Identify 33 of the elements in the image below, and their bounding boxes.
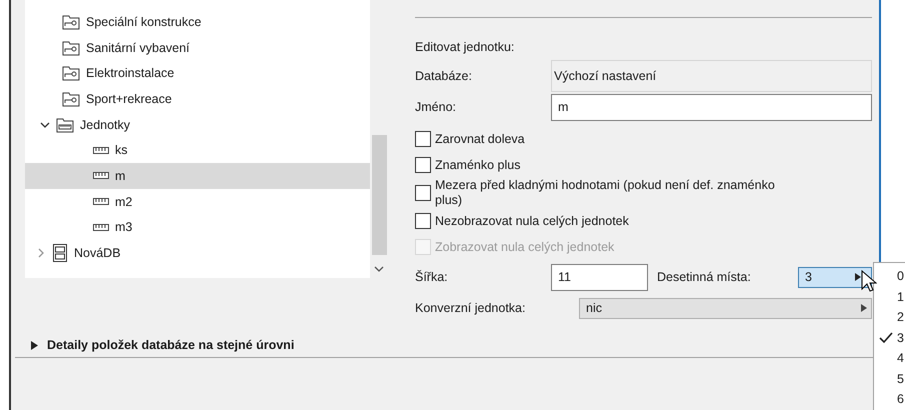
tree-item[interactable]: Sport+rekreace <box>25 86 370 112</box>
checkbox-label: Nezobrazovat nula celých jednotek <box>435 214 629 228</box>
menu-option[interactable]: 6 <box>874 389 905 410</box>
tree-item[interactable]: Jednotky <box>25 112 370 138</box>
field-label: Jméno: <box>415 100 457 114</box>
tree-item[interactable]: NováDB <box>25 240 370 266</box>
field-label: Databáze: <box>415 69 473 83</box>
checkbox-label: Mezera před kladnými hodnotami (pokud není def. znaménko plus) <box>435 178 776 208</box>
checkbox-label: Znaménko plus <box>435 158 520 172</box>
field-label: Desetinná místa: <box>657 270 752 284</box>
tree-item[interactable]: m3 <box>25 214 370 240</box>
tree-item[interactable]: Sanitární vybavení <box>25 34 370 60</box>
checkbox-label: Zobrazovat nula celých jednotek <box>435 240 614 254</box>
menu-option[interactable]: 1 <box>874 286 905 307</box>
field-label: Konverzní jednotka: <box>415 301 526 315</box>
menu-option[interactable]: 2 <box>874 307 905 328</box>
width-field[interactable]: 11 <box>551 264 648 290</box>
section-heading: Editovat jednotku: <box>415 40 514 54</box>
tree-item[interactable]: Elektroinstalace <box>25 60 370 86</box>
tree-item[interactable]: m <box>25 163 370 189</box>
details-disclosure[interactable]: Detaily položek databáze na stejné úrovni <box>11 333 294 357</box>
tree-item[interactable]: ks <box>25 137 370 164</box>
database-field: Výchozí nastavení <box>551 60 872 92</box>
menu-option[interactable]: 3 <box>874 328 905 348</box>
tree-item[interactable]: m2 <box>25 188 370 214</box>
menu-option[interactable]: 4 <box>874 348 905 368</box>
name-field[interactable]: m <box>551 94 872 120</box>
menu-option[interactable]: 0 <box>874 266 905 286</box>
menu-option[interactable]: 5 <box>874 368 905 389</box>
field-label: Šířka: <box>415 270 449 284</box>
checkbox-label: Zarovnat doleva <box>435 132 525 146</box>
tree-item[interactable]: Speciální konstrukce <box>25 9 370 35</box>
conversion-dropdown[interactable]: nic <box>579 298 872 318</box>
